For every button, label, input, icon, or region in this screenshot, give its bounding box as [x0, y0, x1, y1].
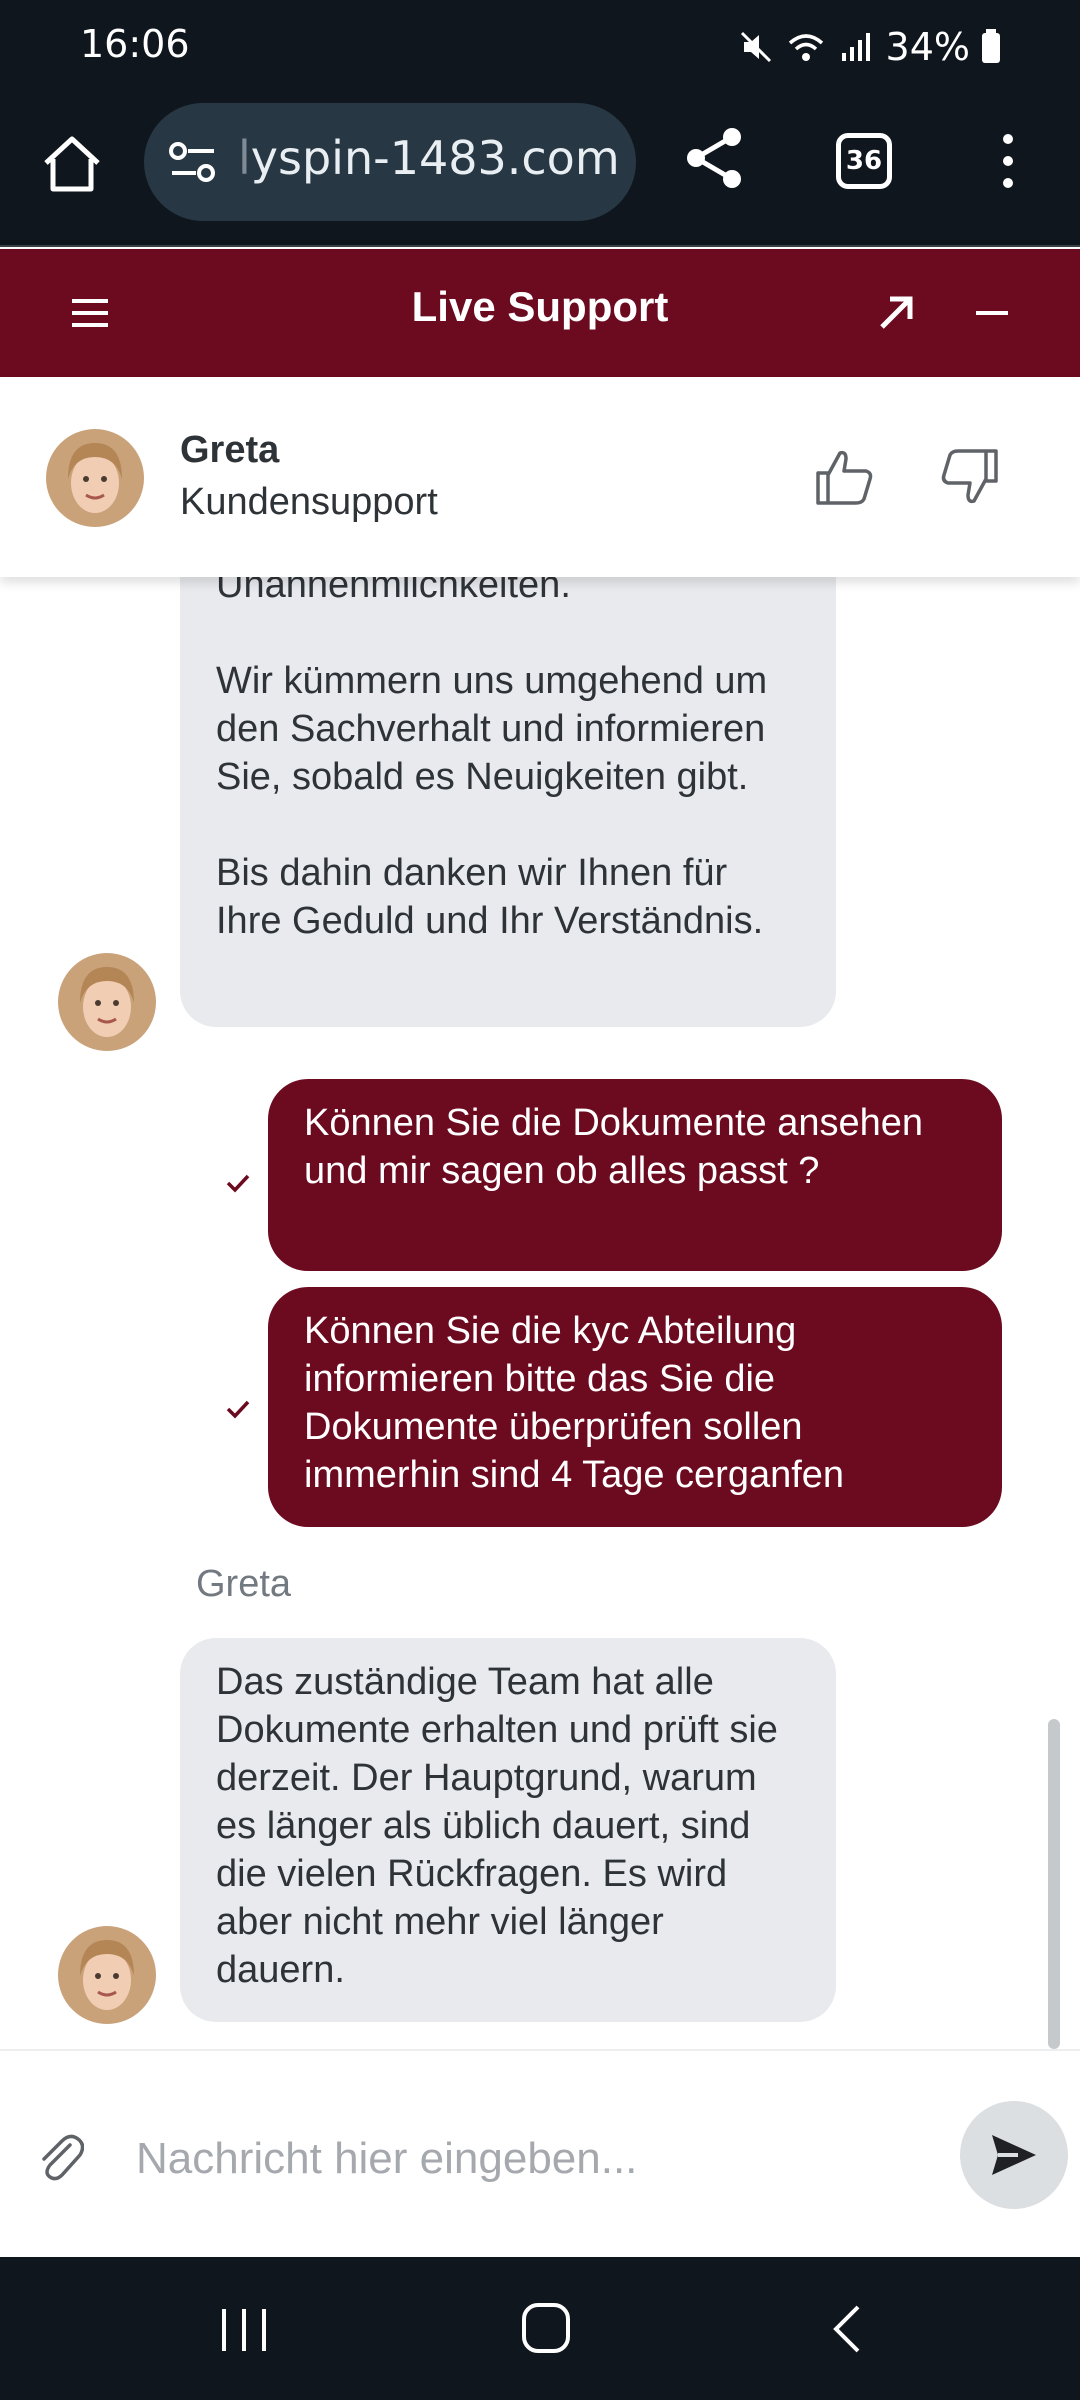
user-message-bubble: Können Sie die kyc Abteilung informieren…: [268, 1287, 1002, 1527]
message-text: Können Sie die kyc Abteilung informieren…: [304, 1310, 845, 1496]
agent-avatar: [58, 1926, 156, 2024]
address-bar[interactable]: lyspin-1483.com: [144, 103, 636, 221]
more-options-icon[interactable]: [990, 129, 1026, 193]
message-input[interactable]: [136, 2119, 936, 2199]
url-faded-prefix: l: [238, 131, 251, 185]
signal-icon: [841, 33, 870, 61]
message-text: Das zuständige Team hat alle Dokumente e…: [216, 1661, 778, 1991]
agent-info-bar: Greta Kundensupport: [0, 377, 1080, 577]
scrollbar[interactable]: [1048, 1719, 1060, 2049]
agent-avatar: [46, 429, 144, 527]
message-text: Wir kümmern uns umgehend um den Sachverh…: [216, 660, 768, 798]
agent-name: Greta: [180, 429, 280, 471]
sender-label: Greta: [196, 1563, 292, 1605]
site-settings-icon[interactable]: [168, 139, 218, 185]
battery-percentage: 34%: [885, 25, 970, 69]
agent-role: Kundensupport: [180, 481, 438, 523]
agent-message-bubble: Das zuständige Team hat alle Dokumente e…: [180, 1638, 836, 2022]
message-text: Unannehmlichkeiten.: [216, 577, 571, 606]
back-icon[interactable]: [828, 2301, 868, 2357]
popout-arrow-icon[interactable]: [872, 289, 920, 337]
minimize-icon[interactable]: [972, 289, 1012, 337]
agent-message-bubble: Unannehmlichkeiten. Wir kümmern uns umge…: [180, 577, 836, 1027]
agent-avatar: [58, 953, 156, 1051]
home-nav-icon[interactable]: [520, 2301, 572, 2355]
wifi-icon: [788, 34, 823, 61]
status-icons: 34%: [736, 22, 1002, 72]
delivered-check-icon: [226, 1400, 250, 1419]
recents-icon[interactable]: [218, 2305, 270, 2355]
send-button[interactable]: [960, 2101, 1068, 2209]
thumbs-down-icon[interactable]: [938, 445, 1002, 509]
status-bar: 16:06 34%: [0, 0, 1080, 95]
status-time: 16:06: [80, 22, 190, 66]
mute-icon: [740, 31, 771, 63]
delivered-check-icon: [226, 1174, 250, 1193]
url-text: lyspin-1483.com: [238, 131, 620, 185]
browser-toolbar: lyspin-1483.com 36: [0, 95, 1080, 247]
battery-icon: [982, 29, 1000, 63]
share-icon[interactable]: [682, 125, 748, 191]
send-icon: [992, 2135, 1036, 2175]
message-composer: [0, 2049, 1080, 2257]
user-message-bubble: Können Sie die Dokumente ansehen und mir…: [268, 1079, 1002, 1271]
message-text: Können Sie die Dokumente ansehen und mir…: [304, 1102, 924, 1192]
message-text: Bis dahin danken wir Ihnen für Ihre Gedu…: [216, 852, 764, 942]
thumbs-up-icon[interactable]: [812, 445, 876, 509]
paperclip-icon[interactable]: [36, 2131, 84, 2183]
message-list[interactable]: Unannehmlichkeiten. Wir kümmern uns umge…: [0, 577, 1080, 2049]
url-host: yspin-1483.com: [250, 131, 620, 185]
home-icon[interactable]: [38, 131, 106, 199]
chat-header: Live Support: [0, 249, 1080, 377]
tab-switcher-button[interactable]: 36: [836, 133, 892, 189]
system-navigation-bar: [0, 2257, 1080, 2400]
